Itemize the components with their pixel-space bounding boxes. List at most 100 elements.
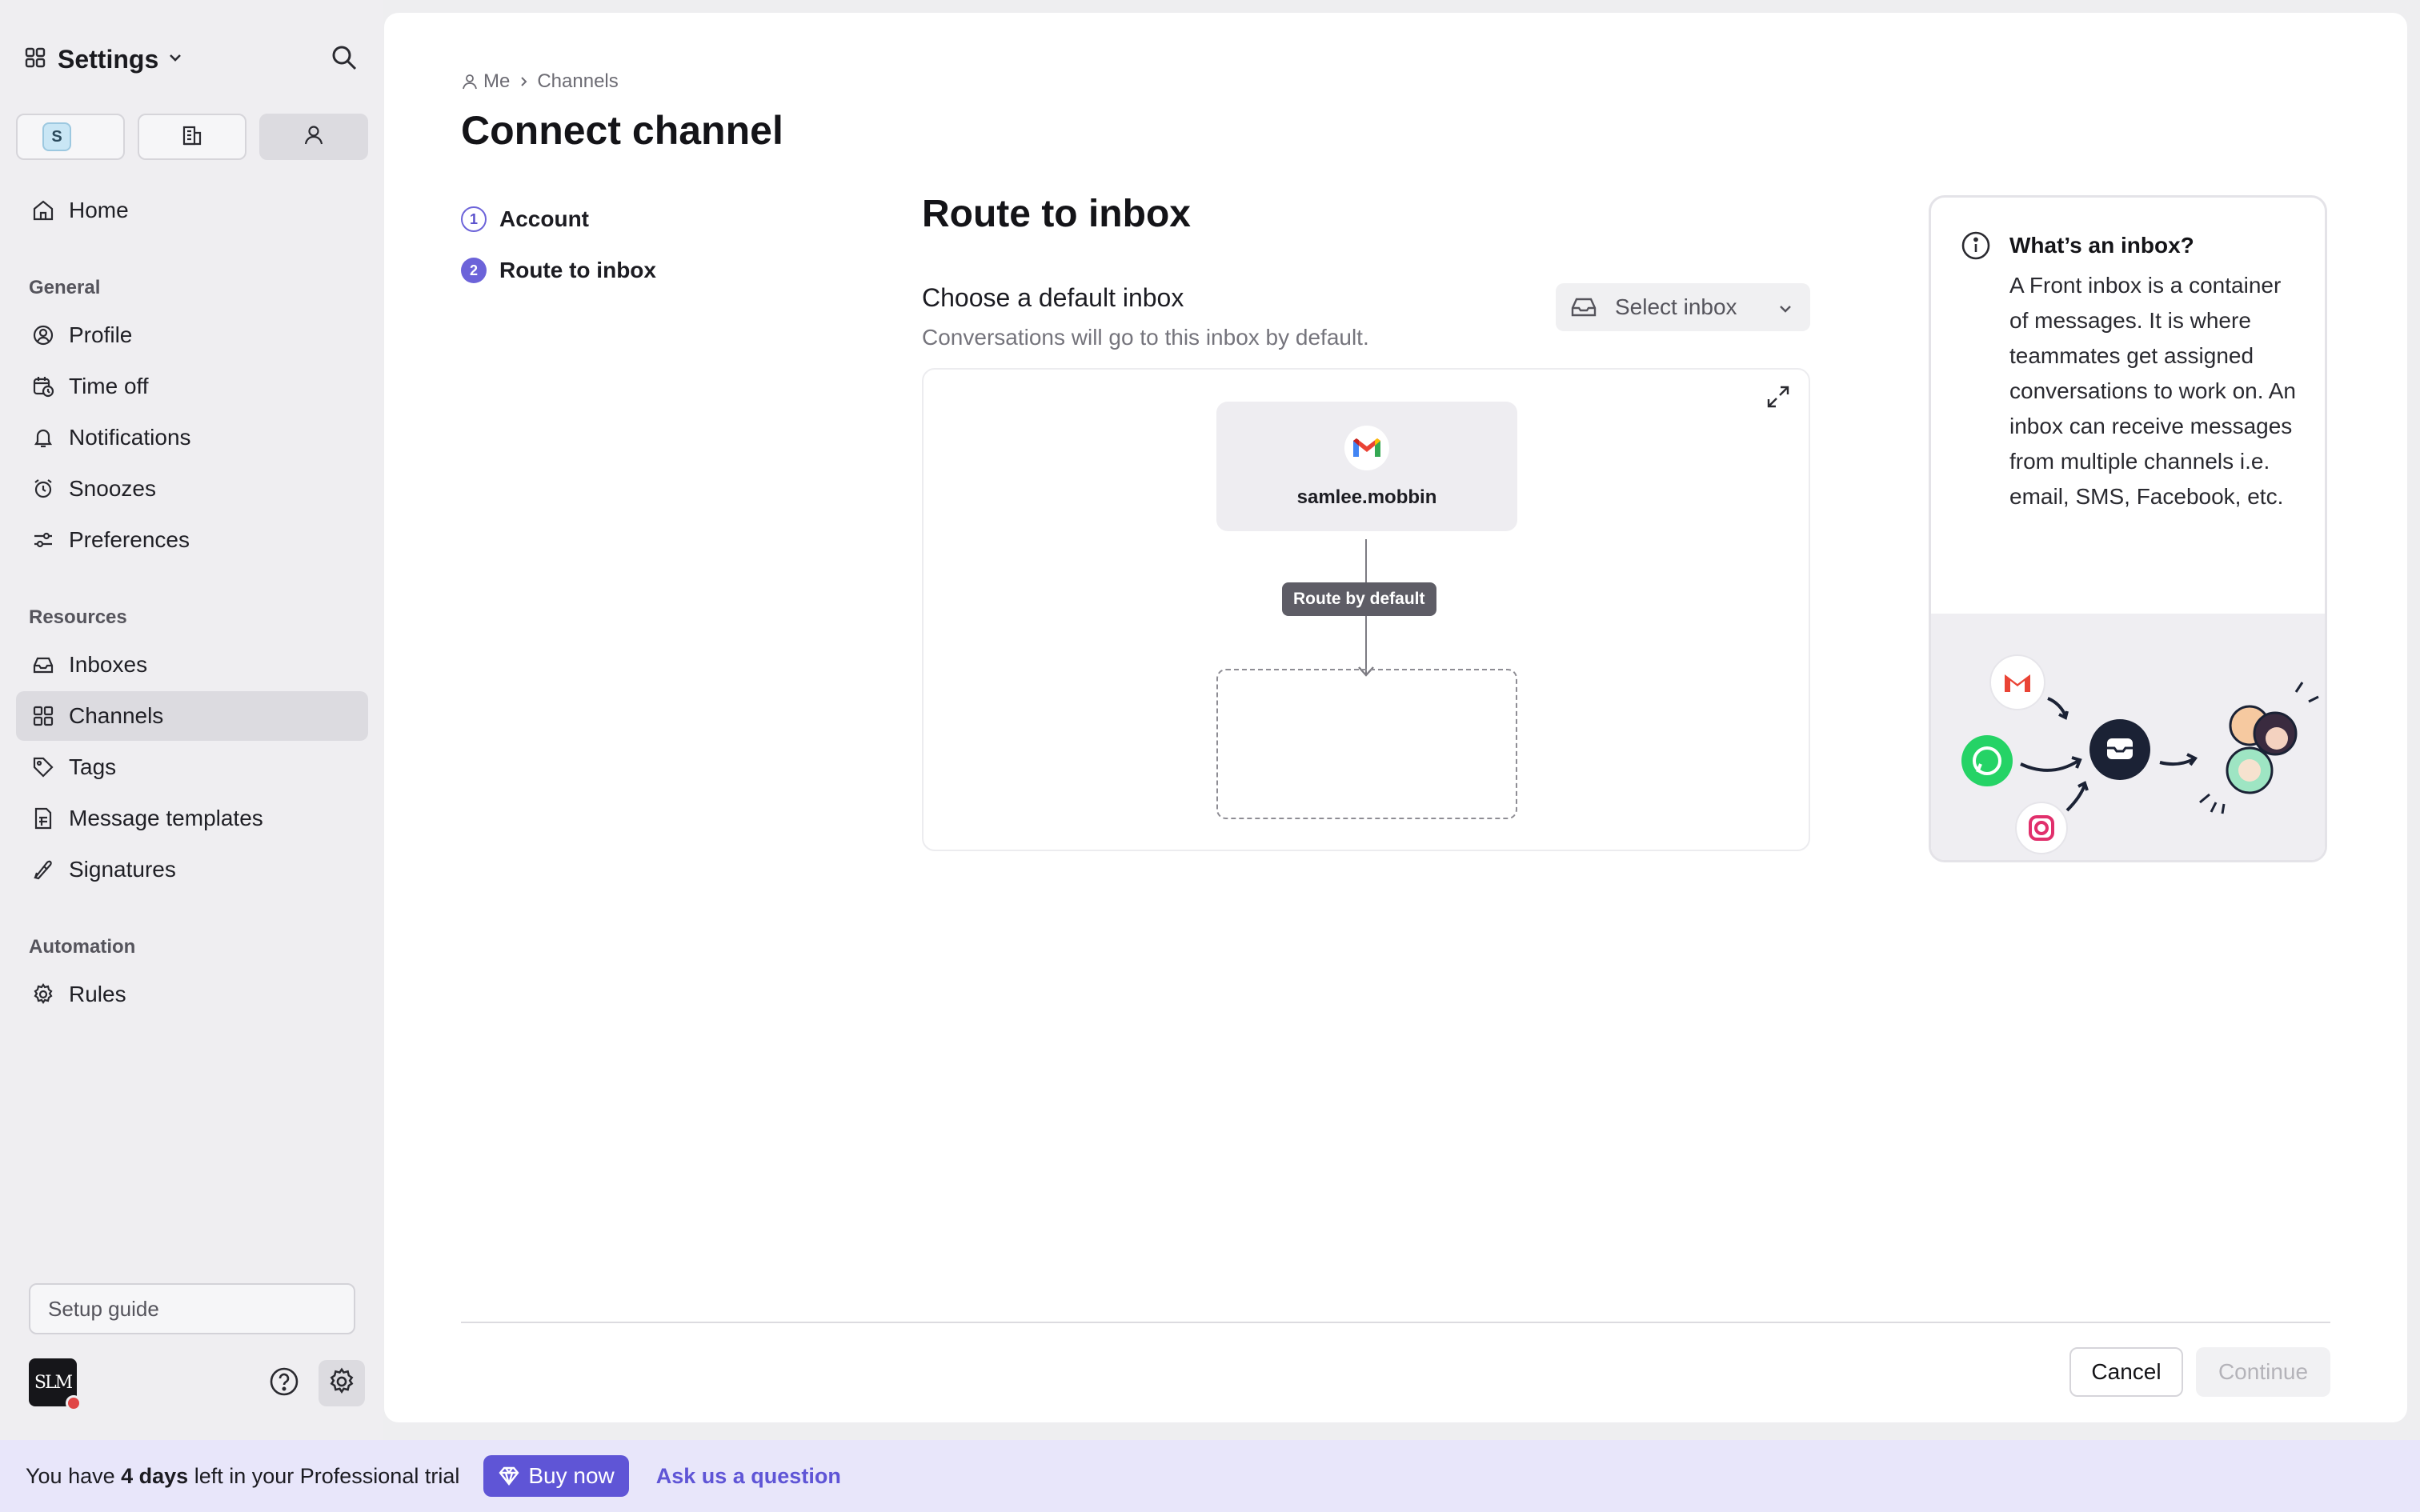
select-inbox-dropdown[interactable]: Select inbox [1556,283,1810,331]
tag-icon [29,753,58,782]
section-title-resources: Resources [29,606,127,628]
step-route-to-inbox[interactable]: 2 Route to inbox [461,258,656,283]
select-inbox-placeholder: Select inbox [1615,294,1737,319]
sidebar-item-inboxes[interactable]: Inboxes [16,640,368,690]
sidebar-item-label: Message templates [69,806,263,830]
section-title-general: General [29,277,101,298]
settings-menu[interactable]: Settings [24,38,184,80]
instagram-icon [2015,802,2068,854]
sidebar-item-label: Inboxes [69,652,148,677]
source-channel-name: samlee.mobbin [1296,486,1437,508]
sidebar-item-label: Notifications [69,425,191,450]
sidebar-item-label: Tags [69,754,117,779]
sidebar-item-label: Signatures [69,857,176,882]
setup-guide-button[interactable]: Setup guide [29,1283,355,1334]
gmail-icon [1344,426,1389,470]
sidebar: Settings S Home General Profile Time off… [0,0,383,1440]
routing-diagram: samlee.mobbin Route by default [922,368,1810,851]
inbox-info-card: What’s an inbox? A Front inbox is a cont… [1929,195,2327,862]
status-dot [66,1395,82,1411]
building-icon [180,123,204,151]
sidebar-item-label: Profile [69,322,133,347]
user-icon [461,73,479,90]
sidebar-item-tags[interactable]: Tags [16,742,368,792]
sidebar-item-time-off[interactable]: Time off [16,362,368,411]
breadcrumb-channels[interactable]: Channels [537,70,618,93]
sidebar-item-label: Preferences [69,527,190,552]
sidebar-item-profile[interactable]: Profile [16,310,368,360]
diamond-icon [498,1466,520,1486]
target-inbox-placeholder[interactable] [1216,669,1517,819]
page-title: Connect channel [461,108,783,153]
search-button[interactable] [325,40,363,78]
alarm-clock-icon [29,474,58,503]
default-inbox-label: Choose a default inbox [922,283,1184,312]
search-icon [330,43,359,76]
expand-button[interactable] [1762,382,1794,414]
chevron-right-icon [518,70,529,93]
trial-prefix: You have [26,1463,122,1488]
template-icon [29,804,58,833]
route-by-default-badge: Route by default [1282,582,1436,616]
info-card-header: What’s an inbox? [1960,230,2194,262]
buy-now-label: Buy now [528,1463,615,1488]
bell-icon [29,423,58,452]
profile-icon [29,321,58,350]
help-button[interactable] [264,1363,304,1403]
info-card-title: What’s an inbox? [2009,233,2194,258]
avatar-initials: SLM [34,1372,73,1393]
trial-suffix: left in your Professional trial [188,1463,460,1488]
sidebar-item-message-templates[interactable]: Message templates [16,794,368,843]
step-label: Route to inbox [499,258,656,282]
sidebar-item-label: Time off [69,374,149,398]
home-icon [29,196,58,225]
info-icon [1960,230,1992,262]
sliders-icon [29,526,58,554]
workspace-badge: S [42,122,71,151]
sidebar-item-label: Home [69,198,129,222]
section-title-automation: Automation [29,936,136,958]
inbox-hub-icon [2089,719,2150,780]
step-number: 1 [461,206,487,232]
cancel-button[interactable]: Cancel [2069,1347,2183,1397]
step-label: Account [499,206,589,231]
gmail-icon [1989,654,2045,710]
grid-icon [24,46,46,73]
main-panel: Me Channels Connect channel 1 Account 2 … [384,13,2407,1422]
step-number: 2 [461,258,487,283]
avatar[interactable]: SLM [29,1358,82,1411]
sidebar-item-channels[interactable]: Channels [16,691,368,741]
gear-icon [327,1366,357,1401]
sidebar-item-label: Snoozes [69,476,156,501]
pen-icon [29,855,58,884]
sidebar-item-home[interactable]: Home [16,186,368,235]
settings-button[interactable] [319,1360,365,1406]
workspace-switch-company[interactable] [138,114,246,160]
source-channel-card: samlee.mobbin [1216,402,1517,531]
calendar-clock-icon [29,372,58,401]
chevron-down-icon [166,49,184,70]
continue-button[interactable]: Continue [2196,1347,2330,1397]
sidebar-item-preferences[interactable]: Preferences [16,515,368,565]
info-card-body: A Front inbox is a container of messages… [2009,273,2296,509]
channels-illustration [1931,614,2325,860]
inbox-icon [1570,295,1597,319]
grid-icon [29,702,58,730]
footer-divider [461,1322,2330,1323]
help-icon [268,1366,300,1402]
sidebar-item-notifications[interactable]: Notifications [16,413,368,462]
sidebar-item-label: Channels [69,703,164,728]
sidebar-item-snoozes[interactable]: Snoozes [16,464,368,514]
buy-now-button[interactable]: Buy now [483,1455,629,1497]
workspace-switch-user[interactable] [259,114,368,160]
sidebar-title: Settings [58,44,159,74]
user-icon [302,123,326,151]
breadcrumb-me[interactable]: Me [483,70,510,93]
trial-banner: You have 4 days left in your Professiona… [0,1440,2420,1512]
ask-question-link[interactable]: Ask us a question [656,1464,841,1489]
workspace-switch-personal[interactable]: S [16,114,125,160]
sidebar-item-signatures[interactable]: Signatures [16,845,368,894]
sidebar-item-rules[interactable]: Rules [16,970,368,1019]
breadcrumb: Me Channels [461,70,619,93]
step-account[interactable]: 1 Account [461,206,589,232]
